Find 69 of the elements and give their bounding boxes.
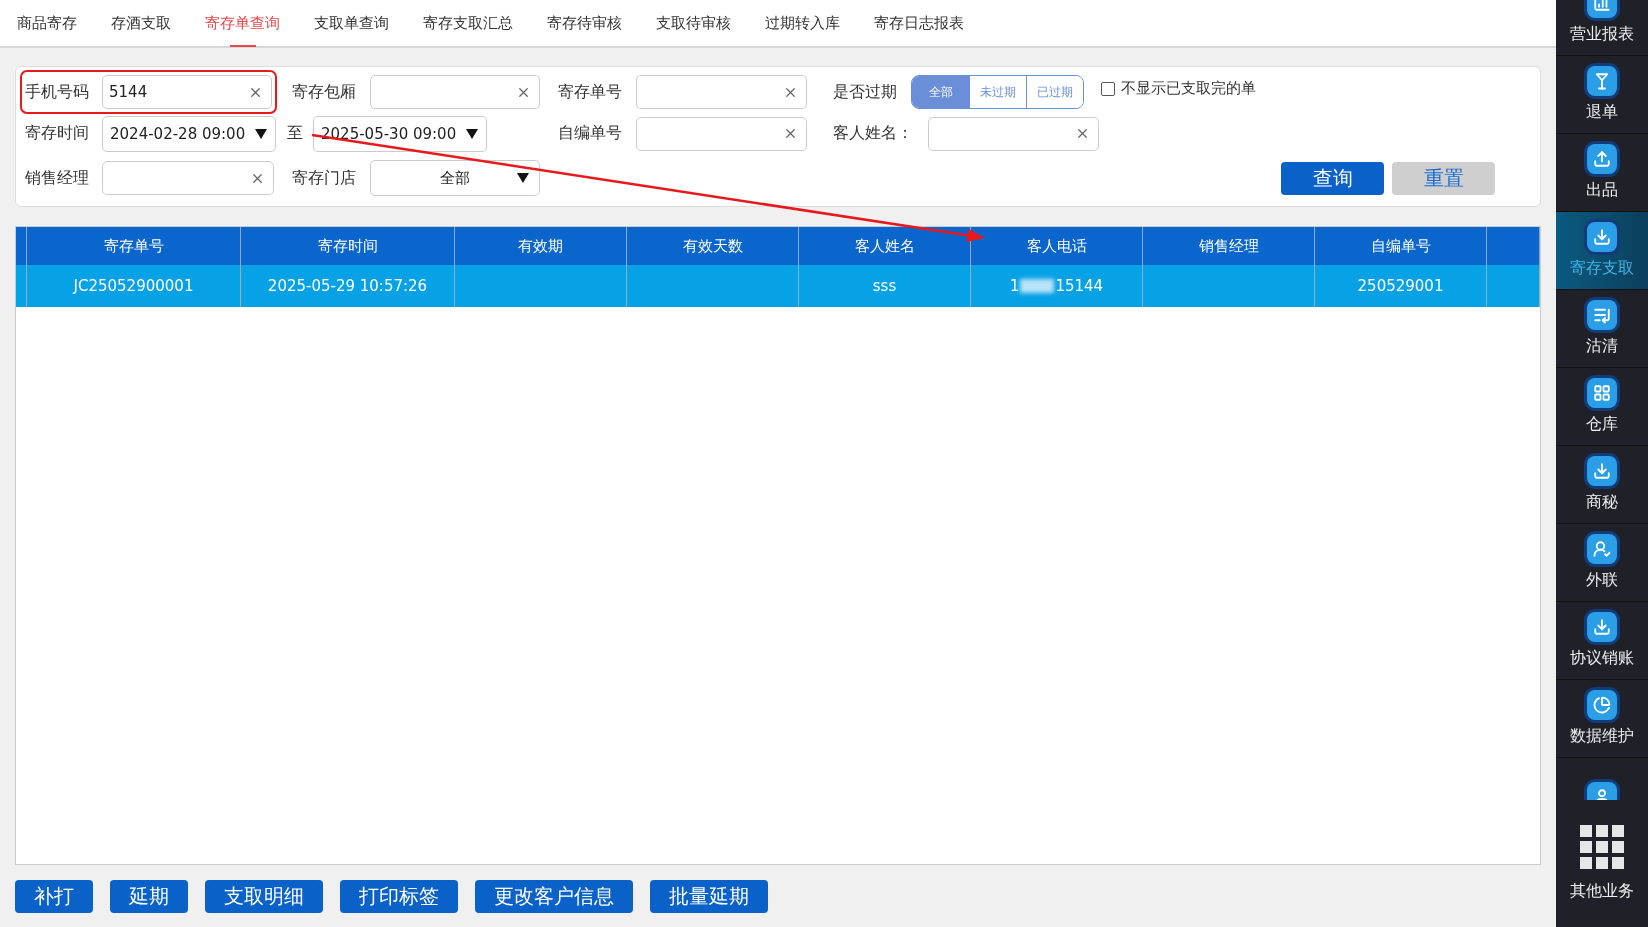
tray-upload-icon	[1587, 144, 1617, 174]
list-arrow-icon	[1587, 300, 1617, 330]
action-button[interactable]: 支取明细	[205, 879, 323, 913]
clear-icon[interactable]	[783, 126, 798, 141]
field-label: 客人姓名：	[833, 123, 914, 144]
field-value[interactable]: 5144	[107, 82, 248, 102]
text-field[interactable]: 5144	[102, 75, 272, 109]
tab[interactable]: 存酒支取	[94, 0, 188, 46]
dropdown[interactable]: 2025-05-30 09:00	[313, 115, 487, 152]
sidebar-item[interactable]: 退单	[1556, 56, 1648, 134]
query-button[interactable]: 查询	[1281, 161, 1384, 195]
sidebar-item[interactable]: 外联	[1556, 524, 1648, 602]
field-label: 寄存时间	[25, 123, 90, 144]
sidebar-item[interactable]: 寄存支取	[1556, 212, 1648, 290]
field-label: 是否过期	[833, 81, 898, 103]
cocktail-glass-icon	[1587, 66, 1617, 96]
tab[interactable]: 寄存日志报表	[857, 0, 981, 46]
dropdown[interactable]: 全部	[370, 160, 540, 196]
sidebar-item[interactable]: 商秘	[1556, 446, 1648, 524]
sidebar-item[interactable]: 出品	[1556, 134, 1648, 212]
tab[interactable]: 寄存单查询	[188, 0, 297, 46]
field-label: 寄存门店	[292, 167, 357, 189]
range-separator: 至	[287, 123, 302, 144]
tab[interactable]: 商品寄存	[0, 0, 94, 46]
action-button[interactable]: 批量延期	[650, 879, 768, 913]
dropdown[interactable]: 2024-02-28 09:00	[102, 115, 276, 152]
redaction-blur	[1020, 279, 1055, 293]
field-label: 寄存单号	[558, 81, 623, 103]
grid-icon	[1580, 825, 1624, 869]
field-label: 销售经理	[25, 167, 90, 189]
checkbox[interactable]	[1101, 81, 1115, 96]
action-button[interactable]: 补打	[15, 879, 93, 913]
caret-icon	[255, 128, 267, 139]
clear-icon[interactable]	[1075, 126, 1090, 141]
table-cell: 2025-05-29 10:57:26	[241, 265, 455, 307]
table-cell: JC25052900001	[27, 265, 241, 307]
tab[interactable]: 支取单查询	[297, 0, 406, 46]
sidebar-item[interactable]: 沽清	[1556, 290, 1648, 368]
tray-download-icon	[1587, 456, 1617, 486]
sidebar-item[interactable]: 仓库	[1556, 368, 1648, 446]
tab[interactable]: 寄存支取汇总	[406, 0, 530, 46]
tray-download-icon	[1587, 222, 1617, 252]
text-field[interactable]	[636, 116, 807, 151]
tab[interactable]: 过期转入库	[748, 0, 857, 46]
checkbox-label: 不显示已支取完的单	[1121, 79, 1256, 98]
text-field[interactable]	[370, 75, 540, 109]
pie-chart-icon	[1587, 690, 1617, 720]
field-label: 自编单号	[558, 123, 623, 144]
tab[interactable]: 支取待审核	[639, 0, 748, 46]
text-field[interactable]	[636, 75, 807, 109]
sidebar-item[interactable]: 数据维护	[1556, 680, 1648, 758]
table-cell: 1 15144	[971, 265, 1143, 307]
sidebar-item[interactable]: 营业报表	[1556, 0, 1648, 56]
tab[interactable]: 寄存待审核	[530, 0, 639, 46]
action-button[interactable]: 延期	[110, 879, 188, 913]
action-button[interactable]: 打印标签	[340, 879, 458, 913]
user-badge-icon	[1587, 534, 1617, 564]
grid-icon	[1587, 378, 1617, 408]
text-field[interactable]	[102, 161, 274, 195]
table-cell: 250529001	[1315, 265, 1487, 307]
action-button[interactable]: 更改客户信息	[475, 879, 633, 913]
table-cell: sss	[799, 265, 971, 307]
field-label: 手机号码	[25, 81, 90, 103]
sidebar-item[interactable]: 协议销账	[1556, 602, 1648, 680]
text-field[interactable]	[928, 116, 1099, 151]
field-label: 寄存包厢	[292, 81, 357, 103]
tray-download-icon	[1587, 612, 1617, 642]
caret-icon	[517, 173, 529, 183]
caret-icon	[466, 128, 478, 139]
